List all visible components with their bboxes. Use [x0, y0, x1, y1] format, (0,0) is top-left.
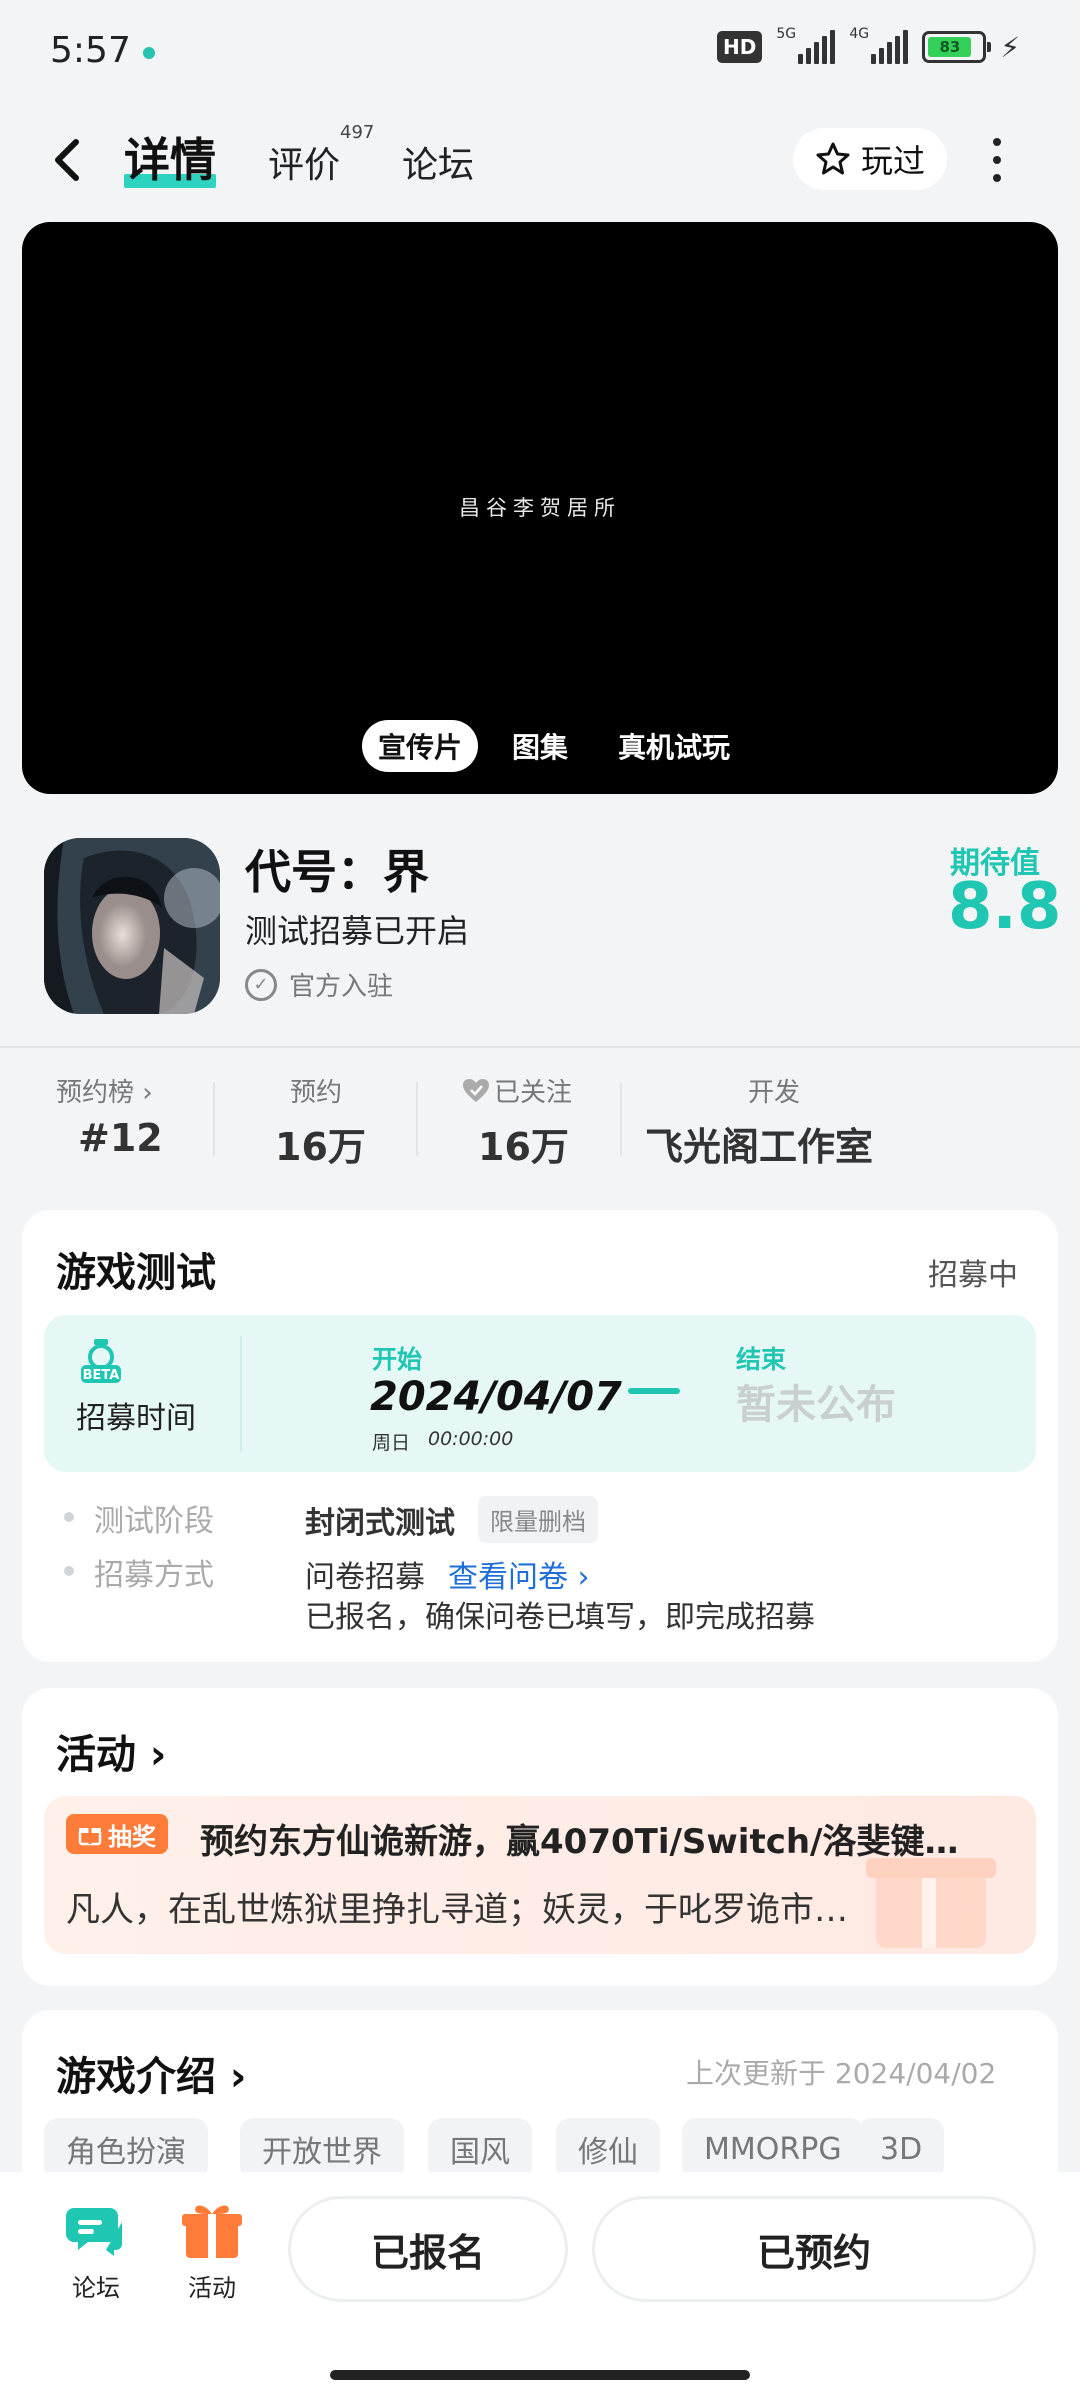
recruit-time-label: 招募时间	[76, 1401, 196, 1436]
bullet-dot	[64, 1566, 74, 1576]
recruiting-status: 招募中	[928, 1258, 1018, 1293]
reviews-count-badge: 497	[340, 122, 375, 143]
video-player[interactable]: 昌谷李贺居所 宣传片 图集 真机试玩	[22, 222, 1058, 794]
signal-5g-icon: 5G	[776, 26, 836, 64]
test-stage-tag: 限量删档	[478, 1496, 598, 1543]
battery-level: 83	[928, 37, 972, 57]
stat-separator	[213, 1082, 215, 1156]
arrow-right-icon	[628, 1388, 680, 1394]
media-tabs: 宣传片 图集 真机试玩	[362, 720, 746, 772]
tag-chinese-style[interactable]: 国风	[428, 2118, 532, 2180]
end-value: 暂未公布	[736, 1382, 896, 1428]
reserved-button[interactable]: 已预约	[592, 2196, 1036, 2302]
expectation-score: 8.8	[948, 870, 1062, 944]
media-tab-gameplay[interactable]: 真机试玩	[602, 720, 746, 772]
media-tab-trailer[interactable]: 宣传片	[362, 720, 479, 772]
stat-developer-label: 开发	[748, 1078, 801, 1108]
forum-label[interactable]: 论坛	[56, 2268, 136, 2303]
tab-details[interactable]: 详情	[124, 124, 216, 190]
activity-title-link[interactable]: 活动 ›	[56, 1722, 166, 1780]
tag-open-world[interactable]: 开放世界	[240, 2118, 404, 2180]
tag-cultivation[interactable]: 修仙	[556, 2118, 660, 2180]
recruit-method-description: 已报名，确保问卷已填写，即完成招募	[305, 1600, 815, 1635]
end-label: 结束	[736, 1345, 787, 1374]
start-label: 开始	[372, 1345, 423, 1374]
played-label: 玩过	[860, 142, 925, 180]
game-intro-title-link[interactable]: 游戏介绍 ›	[56, 2044, 246, 2102]
status-time: 5:57	[50, 30, 131, 71]
start-time: 00:00:00	[428, 1428, 514, 1450]
start-date: 2024/04/07	[370, 1374, 622, 1420]
official-badge: ✓ 官方入驻	[245, 966, 393, 1003]
recruit-method-value: 问卷招募	[305, 1560, 425, 1595]
signal-4g-label: 4G	[849, 26, 870, 42]
video-caption: 昌谷李贺居所	[459, 496, 621, 520]
chevron-right-icon: ›	[216, 2054, 247, 2100]
timebox-separator	[240, 1336, 242, 1452]
stat-reservations-value: 16万	[275, 1125, 366, 1169]
status-icons: HD 5G 4G 83 ⚡	[716, 26, 1020, 64]
beta-badge-text: BETA	[83, 1368, 120, 1383]
chevron-right-icon: ›	[568, 1560, 590, 1595]
back-button[interactable]	[52, 128, 96, 192]
view-questionnaire-link[interactable]: 查看问卷 ›	[448, 1552, 590, 1596]
chevron-right-icon: ›	[134, 1078, 153, 1108]
beta-flask-icon: BETA	[81, 1339, 121, 1383]
stat-developer-value[interactable]: 飞光阁工作室	[645, 1116, 873, 1171]
signal-5g-label: 5G	[776, 26, 797, 42]
media-tab-gallery[interactable]: 图集	[496, 720, 584, 772]
game-icon[interactable]	[44, 838, 220, 1014]
lottery-tag: 抽奖	[66, 1814, 168, 1854]
tab-forum[interactable]: 论坛	[402, 136, 474, 188]
activity-label[interactable]: 活动	[172, 2268, 252, 2303]
game-test-title: 游戏测试	[56, 1250, 216, 1296]
charging-icon: ⚡	[1000, 30, 1020, 64]
test-stage-label: 测试阶段	[94, 1504, 214, 1539]
stat-reservations-label: 预约	[290, 1078, 343, 1108]
start-weekday: 周日	[372, 1432, 411, 1454]
played-button[interactable]: 玩过	[793, 128, 947, 190]
game-subtitle: 测试招募已开启	[245, 912, 470, 950]
forum-icon[interactable]	[66, 2200, 126, 2260]
battery-icon: 83	[922, 31, 992, 63]
last-updated: 上次更新于 2024/04/02	[686, 2057, 997, 2090]
back-arrow-icon	[55, 139, 79, 181]
check-circle-icon: ✓	[245, 968, 277, 1001]
registered-button[interactable]: 已报名	[288, 2196, 568, 2302]
activity-description: 凡人，在乱世炼狱里挣扎寻道；妖灵，于叱罗诡市…	[66, 1890, 848, 1930]
lottery-tag-label: 抽奖	[108, 1822, 156, 1851]
activity-gift-icon[interactable]	[182, 2200, 242, 2260]
recruit-method-label: 招募方式	[94, 1558, 214, 1593]
activity-headline: 预约东方仙诡新游，赢4070Ti/Switch/洛斐键…	[200, 1822, 959, 1862]
hd-icon: HD	[716, 31, 763, 63]
stat-rank-value: #12	[78, 1116, 163, 1160]
test-stage-value: 封闭式测试	[305, 1506, 455, 1541]
signal-4g-icon: 4G	[849, 26, 909, 64]
stat-followers-value: 16万	[478, 1125, 569, 1169]
star-icon	[816, 142, 850, 175]
stat-separator	[620, 1082, 622, 1156]
stat-followers-label: 已关注	[462, 1072, 572, 1109]
stat-separator	[416, 1082, 418, 1156]
bullet-dot	[64, 1512, 74, 1522]
more-menu-button[interactable]	[982, 138, 1012, 182]
stats-divider	[0, 1046, 1080, 1048]
game-cover-image	[44, 838, 220, 1014]
official-label: 官方入驻	[289, 972, 394, 1002]
notification-dot-icon	[143, 47, 155, 59]
chevron-right-icon: ›	[136, 1732, 167, 1778]
tag-3d[interactable]: 3D	[858, 2118, 945, 2180]
game-title: 代号：界	[245, 845, 429, 899]
tab-reviews[interactable]: 评价	[268, 136, 340, 188]
stat-rank-label[interactable]: 预约榜 ›	[56, 1072, 153, 1109]
home-indicator[interactable]	[330, 2370, 750, 2380]
heart-icon	[463, 1078, 489, 1102]
tag-role-playing[interactable]: 角色扮演	[44, 2118, 208, 2180]
tag-mmorpg[interactable]: MMORPG	[682, 2118, 864, 2180]
gift-icon	[78, 1828, 102, 1846]
